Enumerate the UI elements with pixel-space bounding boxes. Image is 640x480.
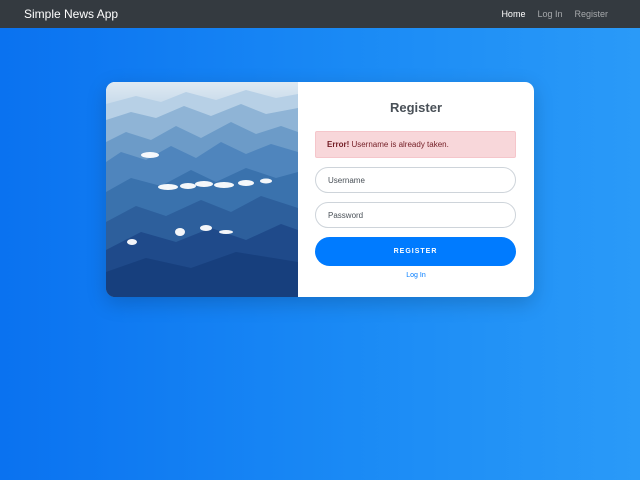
register-form: Register Error! Username is already take… (298, 82, 534, 297)
password-input[interactable] (315, 202, 516, 228)
nav-link-home[interactable]: Home (501, 8, 525, 20)
username-input[interactable] (315, 167, 516, 193)
brand-link[interactable]: Simple News App (24, 6, 118, 22)
mountain-landscape-image (106, 82, 298, 297)
navbar: Simple News App Home Log In Register (0, 0, 640, 28)
register-button[interactable]: REGISTER (315, 237, 516, 266)
alert-message: Username is already taken. (349, 140, 449, 149)
login-link[interactable]: Log In (298, 271, 534, 281)
page-title: Register (389, 100, 443, 115)
error-alert: Error! Username is already taken. (315, 131, 516, 158)
register-card: Register Error! Username is already take… (106, 82, 534, 297)
alert-prefix: Error! (327, 140, 350, 149)
nav-link-login[interactable]: Log In (537, 8, 562, 20)
nav-links: Home Log In Register (501, 8, 608, 20)
nav-link-register[interactable]: Register (574, 8, 608, 20)
